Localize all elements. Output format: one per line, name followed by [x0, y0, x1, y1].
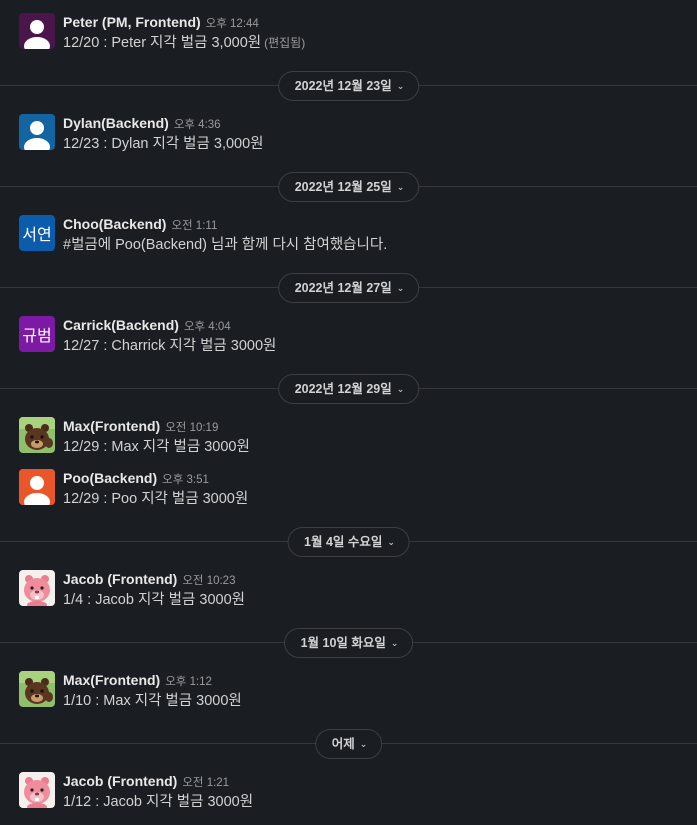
avatar[interactable]: 규범 [19, 316, 55, 352]
message-timestamp[interactable]: 오후 1:12 [165, 676, 212, 688]
date-divider: 2022년 12월 27일 ⌄ [0, 273, 697, 303]
message-timestamp[interactable]: 오후 4:04 [184, 321, 231, 333]
message-item: Max(Frontend) 오후 1:12 1/10 : Max 지각 벌금 30… [0, 671, 697, 715]
message-text: 12/27 : Charrick 지각 벌금 3000원 [63, 338, 277, 354]
message-text: 1/12 : Jacob 지각 벌금 3000원 [63, 794, 254, 810]
message-text: #벌금에 Poo(Backend) 님과 함께 다시 참여했습니다. [63, 237, 388, 253]
avatar[interactable]: 서연 [19, 215, 55, 251]
avatar[interactable] [19, 114, 55, 150]
message-item: Peter (PM, Frontend) 오후 12:44 12/20 : Pet… [0, 13, 697, 57]
date-divider-button[interactable]: 2022년 12월 29일 ⌄ [277, 374, 420, 404]
sender-name[interactable]: Carrick(Backend) [63, 317, 179, 333]
person-avatar-icon [19, 13, 55, 49]
avatar[interactable] [19, 570, 55, 606]
sender-name[interactable]: Choo(Backend) [63, 216, 166, 232]
message-item: Poo(Backend) 오후 3:51 12/29 : Poo 지각 벌금 30… [0, 469, 697, 513]
sender-name[interactable]: Peter (PM, Frontend) [63, 14, 201, 30]
sender-name[interactable]: Poo(Backend) [63, 470, 157, 486]
message-timestamp[interactable]: 오후 4:36 [174, 119, 221, 131]
date-label: 2022년 12월 23일 [294, 79, 392, 93]
message-item: Max(Frontend) 오전 10:19 12/29 : Max 지각 벌금 … [0, 417, 697, 461]
avatar-initials: 규범 [22, 326, 52, 345]
sender-name[interactable]: Max(Frontend) [63, 418, 160, 434]
chevron-down-icon: ⌄ [390, 638, 399, 648]
avatar[interactable] [19, 417, 55, 453]
message-text-row: 12/20 : Peter 지각 벌금 3,000원 (편집됨) [63, 33, 305, 53]
sender-name[interactable]: Jacob (Frontend) [63, 571, 177, 587]
sender-name[interactable]: Jacob (Frontend) [63, 773, 177, 789]
message-item: Dylan(Backend) 오후 4:36 12/23 : Dylan 지각 벌… [0, 114, 697, 158]
date-divider-button[interactable]: 2022년 12월 23일 ⌄ [277, 71, 420, 101]
chevron-down-icon: ⌄ [396, 81, 405, 91]
chevron-down-icon: ⌄ [396, 283, 405, 293]
message-feed: Peter (PM, Frontend) 오후 12:44 12/20 : Pet… [0, 0, 697, 825]
bear-avatar-icon [19, 417, 55, 453]
sender-name[interactable]: Dylan(Backend) [63, 115, 169, 131]
message-timestamp[interactable]: 오전 10:19 [165, 422, 218, 434]
date-label: 어제 [331, 737, 355, 751]
message-timestamp[interactable]: 오후 12:44 [206, 18, 259, 30]
sender-name[interactable]: Max(Frontend) [63, 672, 160, 688]
message-timestamp[interactable]: 오후 3:51 [162, 474, 209, 486]
message-text: 1/10 : Max 지각 벌금 3000원 [63, 693, 242, 709]
date-divider: 1월 10일 화요일 ⌄ [0, 628, 697, 658]
date-label: 2022년 12월 27일 [294, 281, 392, 295]
message-item: Jacob (Frontend) 오전 1:21 1/12 : Jacob 지각 … [0, 772, 697, 816]
date-divider: 2022년 12월 23일 ⌄ [0, 71, 697, 101]
edited-label: (편집됨) [264, 36, 306, 50]
avatar[interactable] [19, 671, 55, 707]
message-text: 12/23 : Dylan 지각 벌금 3,000원 [63, 136, 264, 152]
avatar[interactable] [19, 469, 55, 505]
date-label: 1월 10일 화요일 [300, 636, 386, 650]
date-divider-button[interactable]: 2022년 12월 27일 ⌄ [277, 273, 420, 303]
chevron-down-icon: ⌄ [396, 384, 405, 394]
date-label: 2022년 12월 29일 [294, 382, 392, 396]
message-timestamp[interactable]: 오전 10:23 [182, 575, 235, 587]
date-divider-button[interactable]: 1월 10일 화요일 ⌄ [283, 628, 414, 658]
message-text: 12/29 : Poo 지각 벌금 3000원 [63, 491, 249, 507]
beaver-avatar-icon [19, 570, 55, 606]
person-avatar-icon [19, 114, 55, 150]
date-divider-button[interactable]: 1월 4일 수요일 ⌄ [287, 527, 410, 557]
message-text: 12/29 : Max 지각 벌금 3000원 [63, 439, 250, 455]
message-item: 규범 Carrick(Backend) 오후 4:04 12/27 : Charr… [0, 316, 697, 360]
date-label: 1월 4일 수요일 [304, 535, 383, 549]
avatar[interactable] [19, 13, 55, 49]
beaver-avatar-icon [19, 772, 55, 808]
avatar-initials: 서연 [22, 225, 52, 244]
date-divider: 2022년 12월 25일 ⌄ [0, 172, 697, 202]
bear-avatar-icon [19, 671, 55, 707]
avatar[interactable] [19, 772, 55, 808]
chevron-down-icon: ⌄ [387, 537, 395, 547]
chevron-down-icon: ⌄ [359, 739, 368, 749]
date-divider: 1월 4일 수요일 ⌄ [0, 527, 697, 557]
person-avatar-icon [19, 469, 55, 505]
chevron-down-icon: ⌄ [396, 182, 405, 192]
message-timestamp[interactable]: 오전 1:21 [182, 777, 229, 789]
date-divider: 어제 ⌄ [0, 729, 697, 759]
message-text: 12/20 : Peter 지각 벌금 3,000원 [63, 35, 262, 51]
date-divider-button[interactable]: 어제 ⌄ [314, 729, 383, 759]
message-item: Jacob (Frontend) 오전 10:23 1/4 : Jacob 지각 … [0, 570, 697, 614]
message-timestamp[interactable]: 오전 1:11 [171, 220, 217, 232]
date-divider: 2022년 12월 29일 ⌄ [0, 374, 697, 404]
date-divider-button[interactable]: 2022년 12월 25일 ⌄ [277, 172, 420, 202]
message-text: 1/4 : Jacob 지각 벌금 3000원 [63, 592, 245, 608]
date-label: 2022년 12월 25일 [294, 180, 392, 194]
message-item: 서연 Choo(Backend) 오전 1:11 #벌금에 Poo(Backend… [0, 215, 697, 259]
